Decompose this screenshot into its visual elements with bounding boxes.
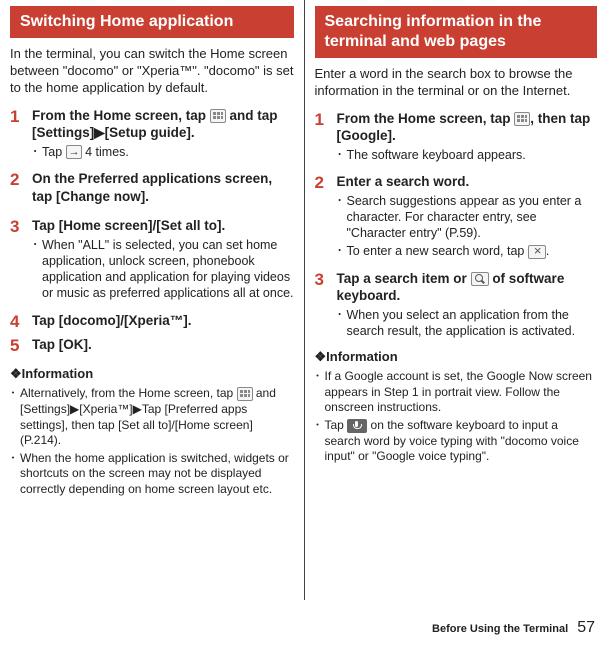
step-number: 3 bbox=[10, 217, 32, 302]
step-title-text: Tap a search item or bbox=[337, 271, 471, 286]
bullet-text: 4 times. bbox=[82, 145, 129, 159]
step-title: From the Home screen, tap , then tap [Go… bbox=[337, 110, 598, 145]
step-title: Tap [OK]. bbox=[32, 336, 294, 354]
left-intro: In the terminal, you can switch the Home… bbox=[10, 46, 294, 97]
step-title: Tap a search item or of software keyboar… bbox=[337, 270, 598, 305]
info-bullet: ･ If a Google account is set, the Google… bbox=[315, 369, 598, 416]
step-bullet: ･ When you select an application from th… bbox=[337, 307, 598, 340]
bullet-text: Search suggestions appear as you enter a… bbox=[347, 193, 598, 242]
bullet-dot: ･ bbox=[10, 451, 20, 498]
step-title: Tap [Home screen]/[Set all to]. bbox=[32, 217, 294, 235]
footer-label: Before Using the Terminal bbox=[432, 623, 568, 635]
step-bullet: ･ Tap 4 times. bbox=[32, 144, 294, 160]
bullet-text: Tap bbox=[42, 145, 66, 159]
step-number: 4 bbox=[10, 312, 32, 332]
right-step-2: 2 Enter a search word. ･ Search suggesti… bbox=[315, 173, 598, 260]
arrow-right-icon bbox=[66, 145, 82, 159]
step-title-text: [Setup guide]. bbox=[105, 125, 195, 140]
step-bullet: ･ The software keyboard appears. bbox=[337, 147, 598, 163]
bullet-dot: ･ bbox=[10, 386, 20, 448]
info-bullet: ･ When the home application is switched,… bbox=[10, 451, 294, 498]
right-intro: Enter a word in the search box to browse… bbox=[315, 66, 598, 100]
step-bullet: ･ When "ALL" is selected, you can set ho… bbox=[32, 237, 294, 302]
info-bullet: ･ Tap on the software keyboard to input … bbox=[315, 418, 598, 465]
bullet-dot: ･ bbox=[337, 307, 347, 340]
left-column: Switching Home application In the termin… bbox=[0, 0, 305, 600]
step-number: 2 bbox=[10, 170, 32, 207]
clear-x-icon bbox=[528, 245, 546, 259]
info-bullet: ･ Alternatively, from the Home screen, t… bbox=[10, 386, 294, 448]
step-bullet: ･ To enter a new search word, tap . bbox=[337, 243, 598, 259]
info-text: Tap bbox=[325, 418, 348, 432]
left-header: Switching Home application bbox=[10, 6, 294, 38]
bullet-text: The software keyboard appears. bbox=[347, 147, 598, 163]
right-info-header: ❖Information bbox=[315, 349, 598, 365]
bullet-dot: ･ bbox=[337, 243, 347, 259]
left-step-2: 2 On the Preferred applications screen, … bbox=[10, 170, 294, 207]
bullet-dot: ･ bbox=[32, 237, 42, 302]
bullet-dot: ･ bbox=[315, 369, 325, 416]
right-column: Searching information in the terminal an… bbox=[305, 0, 609, 600]
step-title-text: From the Home screen, tap bbox=[32, 108, 210, 123]
apps-grid-icon bbox=[237, 387, 253, 401]
bullet-dot: ･ bbox=[337, 193, 347, 242]
step-title: Tap [docomo]/[Xperia™]. bbox=[32, 312, 294, 330]
left-step-1: 1 From the Home screen, tap and tap [Set… bbox=[10, 107, 294, 160]
triangle-icon: ▶ bbox=[133, 402, 142, 416]
bullet-dot: ･ bbox=[315, 418, 325, 465]
info-text: When the home application is switched, w… bbox=[20, 451, 294, 498]
page-footer: Before Using the Terminal 57 bbox=[432, 619, 595, 637]
triangle-icon: ▶ bbox=[94, 125, 104, 140]
step-number: 1 bbox=[315, 110, 337, 163]
step-title: From the Home screen, tap and tap [Setti… bbox=[32, 107, 294, 142]
bullet-dot: ･ bbox=[32, 144, 42, 160]
left-info-header: ❖Information bbox=[10, 366, 294, 382]
microphone-icon bbox=[347, 419, 367, 433]
info-text: [Xperia™] bbox=[79, 402, 132, 416]
step-title: On the Preferred applications screen, ta… bbox=[32, 170, 294, 205]
page-number: 57 bbox=[577, 619, 595, 636]
right-step-3: 3 Tap a search item or of software keybo… bbox=[315, 270, 598, 340]
right-step-1: 1 From the Home screen, tap , then tap [… bbox=[315, 110, 598, 163]
apps-grid-icon bbox=[210, 109, 226, 123]
search-icon bbox=[471, 272, 489, 286]
step-number: 5 bbox=[10, 336, 32, 356]
step-number: 1 bbox=[10, 107, 32, 160]
info-text: Alternatively, from the Home screen, tap bbox=[20, 386, 237, 400]
bullet-dot: ･ bbox=[337, 147, 347, 163]
step-bullet: ･ Search suggestions appear as you enter… bbox=[337, 193, 598, 242]
triangle-icon: ▶ bbox=[70, 402, 79, 416]
bullet-text: When "ALL" is selected, you can set home… bbox=[42, 237, 294, 302]
left-step-5: 5 Tap [OK]. bbox=[10, 336, 294, 356]
step-title: Enter a search word. bbox=[337, 173, 598, 191]
left-step-4: 4 Tap [docomo]/[Xperia™]. bbox=[10, 312, 294, 332]
bullet-text: When you select an application from the … bbox=[347, 307, 598, 340]
right-header: Searching information in the terminal an… bbox=[315, 6, 598, 58]
bullet-text: To enter a new search word, tap bbox=[347, 244, 528, 258]
step-number: 3 bbox=[315, 270, 337, 340]
step-number: 2 bbox=[315, 173, 337, 260]
info-text: If a Google account is set, the Google N… bbox=[325, 369, 598, 416]
bullet-text: . bbox=[546, 244, 549, 258]
step-title-text: From the Home screen, tap bbox=[337, 111, 515, 126]
apps-grid-icon bbox=[514, 112, 530, 126]
left-step-3: 3 Tap [Home screen]/[Set all to]. ･ When… bbox=[10, 217, 294, 302]
